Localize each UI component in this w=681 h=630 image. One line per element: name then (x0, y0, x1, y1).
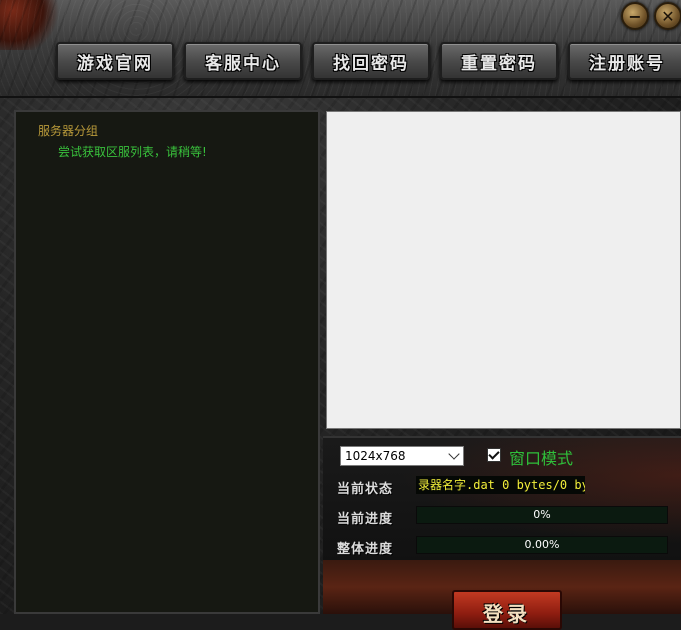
current-progress-bar: 0% (416, 506, 668, 524)
total-progress-label: 整体进度 (337, 542, 394, 557)
current-progress-label: 当前进度 (337, 512, 394, 527)
nav-reset-password-button[interactable]: 重置密码 (440, 42, 558, 80)
minimize-button[interactable]: − (621, 2, 649, 30)
login-button[interactable]: 登录 (452, 590, 562, 630)
nav-recover-password-button[interactable]: 找回密码 (312, 42, 430, 80)
server-list-panel[interactable]: 服务器分组 尝试获取区服列表，请稍等! (14, 110, 320, 614)
news-web-panel[interactable] (326, 111, 681, 429)
nav-official-site-button[interactable]: 游戏官网 (56, 42, 174, 80)
minimize-icon: − (628, 6, 642, 26)
close-icon: ✕ (661, 6, 675, 26)
resolution-select[interactable]: 1024x768 (340, 446, 464, 466)
resolution-value: 1024x768 (345, 449, 406, 463)
corner-ornament (0, 0, 60, 50)
nav-register-account-button[interactable]: 注册账号 (568, 42, 681, 80)
launcher-controls: 1024x768 窗口模式 当前状态 录器名字.dat 0 bytes/0 by… (323, 436, 681, 562)
server-group-label[interactable]: 服务器分组 (38, 122, 98, 139)
close-button[interactable]: ✕ (654, 2, 681, 30)
server-loading-message: 尝试获取区服列表，请稍等! (58, 145, 207, 159)
total-progress-bar: 0.00% (416, 536, 668, 554)
total-progress-text: 0.00% (524, 538, 560, 551)
chevron-down-icon (448, 448, 460, 460)
window-mode-label[interactable]: 窗口模式 (509, 445, 573, 469)
current-progress-text: 0% (533, 508, 551, 521)
status-text: 录器名字.dat 0 bytes/0 bytes (416, 476, 585, 494)
status-label: 当前状态 (337, 482, 394, 497)
window-mode-checkbox[interactable] (487, 448, 501, 462)
nav-customer-service-button[interactable]: 客服中心 (184, 42, 302, 80)
